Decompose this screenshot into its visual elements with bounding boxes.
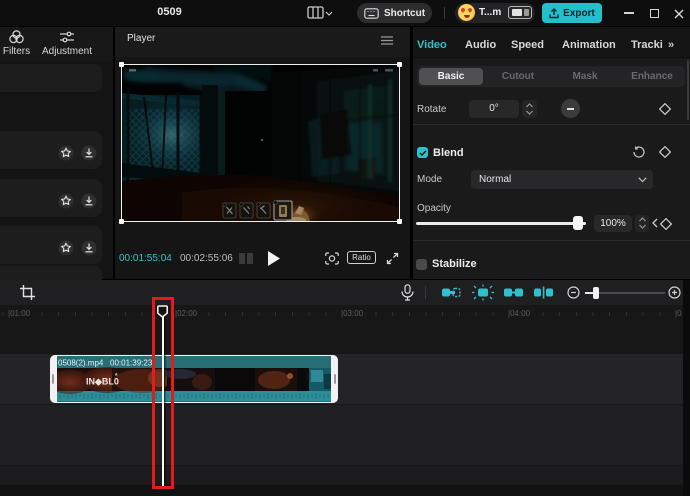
svg-text:0508(2).mp4 00:01:39:23: 0508(2).mp4 00:01:39:23	[58, 359, 153, 368]
svg-text:IN◆BL0: IN◆BL0	[86, 377, 119, 387]
svg-text:★: ★	[114, 372, 119, 378]
